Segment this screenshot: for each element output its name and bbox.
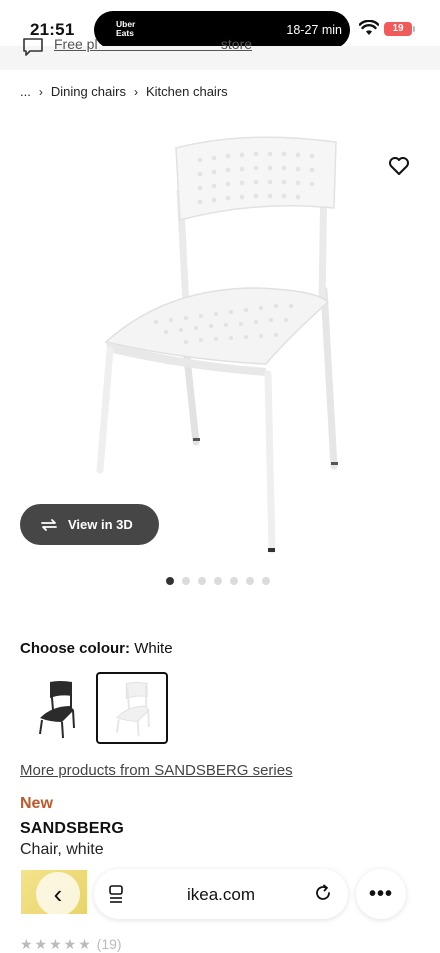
- series-link[interactable]: More products from SANDSBERG series: [20, 762, 293, 779]
- battery-indicator: 19: [384, 22, 415, 36]
- breadcrumb-item-kitchen-chairs[interactable]: Kitchen chairs: [146, 84, 228, 99]
- image-carousel-indicator: [166, 577, 270, 585]
- product-rating[interactable]: ★★★★★ (19): [20, 936, 122, 953]
- rating-stars-icon: ★★★★★: [20, 936, 93, 952]
- chevron-right-icon: ›: [38, 84, 43, 99]
- address-bar[interactable]: ikea.com: [94, 869, 348, 919]
- new-badge: New: [20, 795, 53, 812]
- colour-label: Choose colour:: [20, 640, 131, 657]
- carousel-dot[interactable]: [230, 577, 238, 585]
- product-description: Chair, white: [20, 841, 104, 858]
- ellipsis-icon: •••: [368, 882, 393, 905]
- carousel-dot[interactable]: [198, 577, 206, 585]
- carousel-dot[interactable]: [262, 577, 270, 585]
- breadcrumb-item-dining-chairs[interactable]: Dining chairs: [51, 84, 126, 99]
- rating-count: (19): [96, 936, 122, 952]
- url-text[interactable]: ikea.com: [94, 885, 348, 905]
- view-in-3d-label: View in 3D: [68, 517, 133, 532]
- promo-banner[interactable]: Free pl store: [0, 36, 440, 70]
- colour-swatch-white[interactable]: [96, 672, 168, 744]
- banner-link[interactable]: Free pl store: [54, 36, 252, 52]
- breadcrumb-ellipsis[interactable]: ...: [20, 84, 31, 99]
- rotate-3d-icon: [41, 518, 57, 531]
- view-in-3d-button[interactable]: View in 3D: [20, 504, 159, 545]
- carousel-dot[interactable]: [246, 577, 254, 585]
- product-name: SANDSBERG: [20, 820, 125, 837]
- wifi-icon: [359, 20, 379, 35]
- more-options-button[interactable]: •••: [356, 869, 406, 919]
- colour-value: White: [134, 640, 173, 657]
- heart-icon[interactable]: [388, 156, 410, 176]
- chevron-right-icon: ›: [134, 84, 138, 99]
- back-button[interactable]: ‹: [36, 872, 80, 916]
- reload-icon[interactable]: [314, 884, 332, 902]
- chevron-left-icon: ‹: [53, 878, 63, 909]
- carousel-dot[interactable]: [166, 577, 174, 585]
- carousel-dot[interactable]: [214, 577, 222, 585]
- carousel-dot[interactable]: [182, 577, 190, 585]
- colour-selector-label: Choose colour: White: [20, 640, 173, 657]
- colour-swatch-black[interactable]: [20, 672, 92, 744]
- delivery-eta: 18-27 min: [286, 23, 342, 37]
- product-image[interactable]: [96, 130, 356, 560]
- chat-icon: [23, 38, 43, 56]
- breadcrumb: ... › Dining chairs › Kitchen chairs: [20, 84, 228, 99]
